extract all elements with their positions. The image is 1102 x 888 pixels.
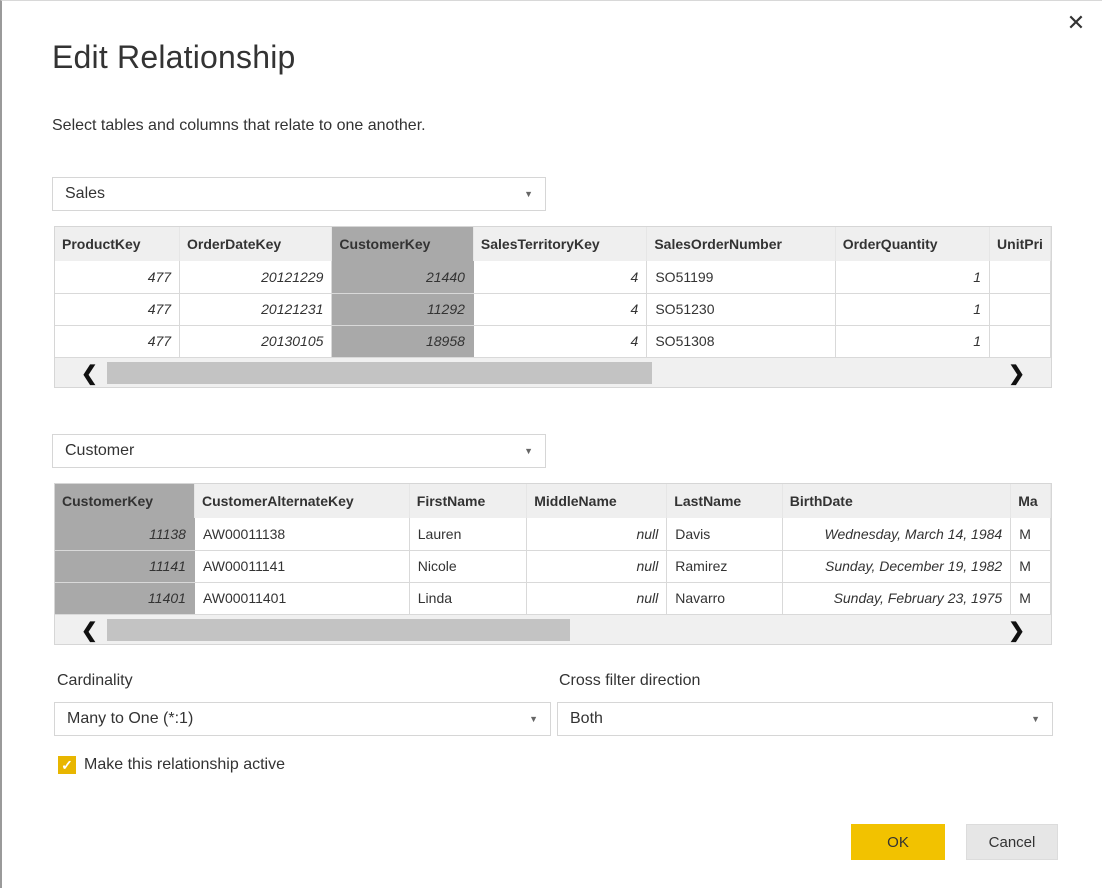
table1-dropdown-value: Sales: [65, 185, 106, 202]
table2-preview-grid: CustomerKey CustomerAlternateKey FirstName…: [54, 483, 1052, 645]
table-cell: 477: [55, 325, 181, 358]
column-header[interactable]: BirthDate: [782, 484, 1012, 518]
table-cell: AW00011141: [194, 550, 410, 583]
table1-preview-table: ProductKey OrderDateKey CustomerKey SalesTe…: [55, 227, 1051, 358]
cross-filter-label: Cross filter direction: [559, 672, 701, 689]
table-cell: M: [1010, 518, 1051, 551]
column-header[interactable]: CustomerKey: [331, 227, 474, 261]
scrollbar-thumb[interactable]: [107, 361, 652, 384]
table-cell: SO51308: [646, 325, 836, 358]
table-cell: null: [526, 582, 668, 615]
chevron-down-icon: ▼: [1031, 714, 1040, 724]
table-cell: null: [526, 550, 668, 583]
column-header[interactable]: CustomerAlternateKey: [194, 484, 410, 518]
table1-horizontal-scrollbar[interactable]: ❮ ❯: [55, 357, 1051, 387]
table-cell: 1: [835, 325, 991, 358]
dialog-title: Edit Relationship: [52, 39, 296, 75]
column-header[interactable]: MiddleName: [526, 484, 668, 518]
table-cell: Davis: [666, 518, 783, 551]
table-cell: Nicole: [409, 550, 528, 583]
column-header[interactable]: LastName: [666, 484, 783, 518]
cross-filter-dropdown[interactable]: Both ▼: [557, 702, 1053, 736]
table-cell: 20130105: [179, 325, 333, 358]
table-cell: Wednesday, March 14, 1984: [782, 518, 1012, 551]
scroll-left-icon[interactable]: ❮: [81, 361, 98, 386]
scroll-left-icon[interactable]: ❮: [81, 618, 98, 643]
table2-preview-table: CustomerKey CustomerAlternateKey FirstName…: [55, 484, 1051, 615]
table-cell: null: [526, 518, 668, 551]
table-cell: Lauren: [409, 518, 528, 551]
table1-dropdown[interactable]: Sales ▼: [52, 177, 546, 211]
table-cell: 11292: [331, 293, 474, 326]
table-cell: 4: [473, 293, 648, 326]
table-cell: 20121229: [179, 261, 333, 294]
cancel-button[interactable]: Cancel: [966, 824, 1058, 860]
table-cell: 4: [473, 261, 648, 294]
table-row: 11401 AW00011401 Linda null Navarro Sunday, F…: [55, 582, 1051, 615]
column-header[interactable]: OrderQuantity: [835, 227, 991, 261]
table-cell: Ramirez: [666, 550, 783, 583]
column-header[interactable]: SalesTerritoryKey: [473, 227, 648, 261]
cardinality-dropdown[interactable]: Many to One (*:1) ▼: [54, 702, 551, 736]
column-header[interactable]: FirstName: [409, 484, 528, 518]
table-cell: Sunday, February 23, 1975: [782, 582, 1012, 615]
chevron-down-icon: ▼: [529, 714, 538, 724]
table1-preview-grid: ProductKey OrderDateKey CustomerKey SalesTe…: [54, 226, 1052, 388]
table-cell: 11141: [55, 550, 195, 583]
table-cell: 11401: [55, 582, 195, 615]
table-cell: [989, 261, 1051, 294]
table-cell: 477: [55, 261, 181, 294]
scroll-right-icon[interactable]: ❯: [1008, 618, 1025, 643]
table-cell: M: [1010, 582, 1051, 615]
table-cell: SO51199: [646, 261, 836, 294]
cross-filter-value: Both: [570, 710, 603, 727]
table-row: 11138 AW00011138 Lauren null Davis Wednesday,…: [55, 518, 1051, 551]
table-row: 477 20130105 18958 4 SO51308 1: [55, 325, 1051, 358]
table-cell: 1: [835, 261, 991, 294]
table-cell: 1: [835, 293, 991, 326]
chevron-down-icon: ▼: [524, 189, 533, 199]
table-row: 477 20121229 21440 4 SO51199 1: [55, 261, 1051, 294]
table1-header-row: ProductKey OrderDateKey CustomerKey SalesTe…: [55, 227, 1051, 261]
table2-dropdown[interactable]: Customer ▼: [52, 434, 546, 468]
column-header[interactable]: CustomerKey: [55, 484, 195, 518]
dialog-subtitle: Select tables and columns that relate to…: [52, 117, 426, 134]
table-cell: M: [1010, 550, 1051, 583]
table-cell: SO51230: [646, 293, 836, 326]
table-cell: [989, 293, 1051, 326]
table2-horizontal-scrollbar[interactable]: ❮ ❯: [55, 614, 1051, 644]
table-row: 477 20121231 11292 4 SO51230 1: [55, 293, 1051, 326]
table-cell: Linda: [409, 582, 528, 615]
ok-button[interactable]: OK: [851, 824, 945, 860]
table-cell: AW00011138: [194, 518, 410, 551]
column-header[interactable]: ProductKey: [55, 227, 181, 261]
table-row: 11141 AW00011141 Nicole null Ramirez Sunday, …: [55, 550, 1051, 583]
active-relationship-checkbox[interactable]: ✓: [58, 756, 76, 774]
table-cell: 4: [473, 325, 648, 358]
column-header[interactable]: UnitPri: [989, 227, 1051, 261]
cardinality-value: Many to One (*:1): [67, 710, 194, 727]
table-cell: 18958: [331, 325, 474, 358]
table2-dropdown-value: Customer: [65, 442, 135, 459]
column-header[interactable]: Ma: [1010, 484, 1051, 518]
table-cell: 21440: [331, 261, 474, 294]
chevron-down-icon: ▼: [524, 446, 533, 456]
active-relationship-label: Make this relationship active: [84, 756, 285, 773]
close-icon[interactable]: ✕: [1064, 11, 1088, 35]
table-cell: AW00011401: [194, 582, 410, 615]
column-header[interactable]: OrderDateKey: [179, 227, 333, 261]
table2-header-row: CustomerKey CustomerAlternateKey FirstName…: [55, 484, 1051, 518]
table-cell: 477: [55, 293, 181, 326]
column-header[interactable]: SalesOrderNumber: [646, 227, 836, 261]
table-cell: Navarro: [666, 582, 783, 615]
table-cell: 20121231: [179, 293, 333, 326]
active-relationship-checkbox-row[interactable]: ✓ Make this relationship active: [58, 756, 285, 774]
table-cell: [989, 325, 1051, 358]
edit-relationship-dialog: ✕ Edit Relationship Select tables and co…: [0, 0, 1102, 888]
scroll-right-icon[interactable]: ❯: [1008, 361, 1025, 386]
scrollbar-thumb[interactable]: [107, 618, 570, 641]
table-cell: Sunday, December 19, 1982: [782, 550, 1012, 583]
table-cell: 11138: [55, 518, 195, 551]
cardinality-label: Cardinality: [57, 672, 133, 689]
